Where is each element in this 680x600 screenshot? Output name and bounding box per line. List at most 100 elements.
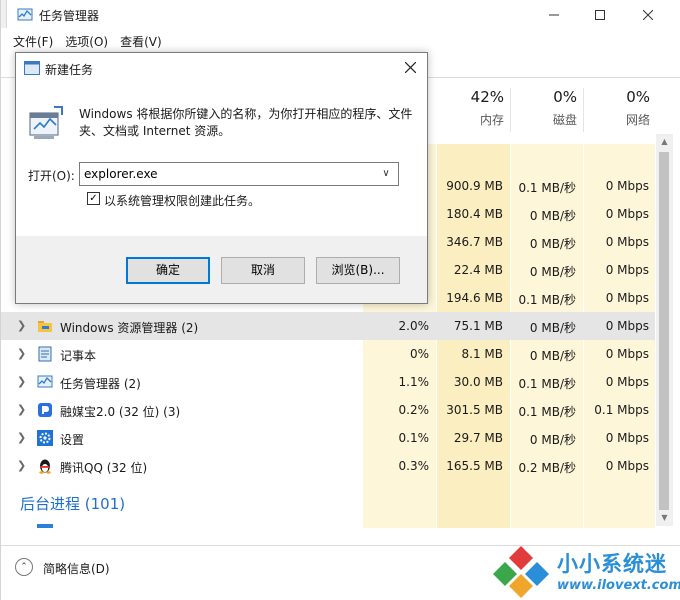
process-name: 记事本 (60, 349, 97, 363)
chevron-right-icon[interactable]: ❯ (17, 347, 27, 361)
disk-cell: 0.1 MB/秒 (518, 405, 576, 419)
process-name: 融媒宝2.0 (32 位) (3) (60, 405, 181, 419)
disk-cell: 0.1 MB/秒 (518, 293, 576, 307)
chevron-right-icon[interactable]: ❯ (17, 375, 27, 389)
memory-cell: 900.9 MB (446, 179, 503, 193)
memory-cell: 8.1 MB (461, 347, 503, 361)
memory-cell: 301.5 MB (446, 403, 503, 417)
maximize-button[interactable] (577, 0, 623, 30)
column-header-disk[interactable]: 0% 磁盘 (511, 88, 577, 134)
scroll-up-arrow-icon[interactable]: ▲ (660, 138, 669, 146)
collapse-up-icon[interactable]: ⌃ (15, 558, 33, 576)
disk-cell: 0 MB/秒 (529, 321, 576, 335)
table-row-qq[interactable]: ❯ 腾讯QQ (32 位) 0.3% 165.5 MB 0.2 MB/秒 0 M… (1, 452, 655, 480)
network-cell: 0 Mbps (605, 347, 649, 361)
column-header-network[interactable]: 0% 网络 (584, 88, 650, 134)
run-dialog-title-icon (24, 61, 40, 75)
disk-cell: 0 MB/秒 (529, 265, 576, 279)
table-row-settings[interactable]: ❯ 设置 0.1% 29.7 MB 0 MB/秒 0 Mbps (1, 424, 655, 452)
notepad-icon (38, 346, 52, 362)
watermark-url: www.ilovext.com (557, 578, 680, 593)
chevron-right-icon[interactable]: ❯ (17, 403, 27, 417)
process-name: 腾讯QQ (32 位) (60, 461, 148, 475)
disk-label: 磁盘 (552, 113, 577, 127)
open-command-value[interactable]: explorer.exe (84, 167, 158, 181)
scroll-down-arrow-icon[interactable]: ▼ (660, 514, 669, 522)
folder-icon (38, 321, 52, 332)
disk-cell: 0 MB/秒 (529, 209, 576, 223)
chevron-right-icon[interactable]: ❯ (17, 431, 27, 445)
admin-privileges-label[interactable]: 以系统管理权限创建此任务。 (104, 192, 260, 209)
cancel-button[interactable]: 取消 (221, 257, 305, 284)
chevron-down-icon[interactable]: ∨ (377, 166, 395, 182)
menu-view[interactable]: 查看(V) (120, 33, 162, 49)
settings-gear-icon (37, 430, 53, 446)
process-name: 设置 (60, 433, 85, 447)
close-icon (404, 61, 416, 74)
close-window-button[interactable] (625, 0, 671, 30)
network-cell: 0 Mbps (605, 375, 649, 389)
memory-cell: 22.4 MB (453, 263, 503, 277)
memory-cell: 194.6 MB (446, 291, 503, 305)
qq-penguin-icon (39, 459, 51, 474)
memory-cell: 29.7 MB (453, 431, 503, 445)
title-bar: 任务管理器 (1, 0, 680, 30)
network-cell: 0 Mbps (605, 179, 649, 193)
table-row-notepad[interactable]: ❯ 记事本 0% 8.1 MB 0 MB/秒 0 Mbps (1, 340, 655, 368)
column-header-memory[interactable]: 42% 内存 (431, 88, 504, 134)
cpu-cell: 0.3% (398, 459, 430, 473)
chevron-right-icon[interactable]: ❯ (17, 459, 27, 473)
dialog-button-bar: 确定 取消 浏览(B)... (16, 236, 427, 303)
window-title: 任务管理器 (39, 9, 100, 23)
menu-file[interactable]: 文件(F) (13, 33, 53, 49)
task-manager-app-icon (17, 8, 33, 21)
disk-cell: 0.2 MB/秒 (518, 461, 576, 475)
network-cell: 0 Mbps (605, 207, 649, 221)
run-program-icon (29, 106, 63, 139)
memory-cell: 180.4 MB (446, 207, 503, 221)
watermark-logo-icon (493, 546, 549, 598)
ok-button[interactable]: 确定 (126, 257, 210, 284)
browse-button[interactable]: 浏览(B)... (316, 257, 400, 284)
network-label: 网络 (625, 113, 650, 127)
disk-cell: 0 MB/秒 (529, 433, 576, 447)
vertical-scrollbar[interactable]: ▲ ▼ (656, 134, 673, 526)
table-row-explorer[interactable]: ❯ Windows 资源管理器 (2) 2.0% 75.1 MB 0 MB/秒 … (1, 312, 655, 340)
memory-cell: 30.0 MB (453, 375, 503, 389)
create-new-task-dialog: 新建任务 Windows 将根据你所键入的名称，为你打开相应的程序、文件夹、文档… (15, 52, 428, 304)
site-watermark: 小小系统迷 www.ilovext.com (491, 545, 680, 600)
network-cell: 0 Mbps (605, 291, 649, 305)
admin-privileges-checkbox[interactable]: ✓ (87, 192, 100, 205)
network-cell: 0 Mbps (605, 431, 649, 445)
network-cell: 0 Mbps (605, 235, 649, 249)
task-manager-icon (37, 375, 53, 388)
fewer-details-link[interactable]: 简略信息(D) (43, 560, 110, 577)
watermark-name: 小小系统迷 (557, 552, 667, 576)
disk-cell: 0.1 MB/秒 (518, 181, 576, 195)
minimize-button[interactable] (531, 0, 577, 30)
cpu-cell: 0.2% (398, 403, 430, 417)
cpu-cell: 0.1% (398, 431, 430, 445)
open-label: 打开(O): (28, 169, 75, 183)
minimize-icon (549, 14, 559, 16)
network-percent: 0% (626, 88, 650, 106)
chevron-right-icon[interactable]: ❯ (17, 319, 27, 333)
open-command-input[interactable]: explorer.exe ∨ (79, 162, 399, 186)
memory-label: 内存 (479, 113, 504, 127)
dialog-description: Windows 将根据你所键入的名称，为你打开相应的程序、文件夹、文档或 Int… (79, 107, 413, 138)
network-cell: 0 Mbps (605, 263, 649, 277)
disk-cell: 0 MB/秒 (529, 349, 576, 363)
maximize-icon (595, 10, 605, 20)
cpu-cell: 2.0% (398, 319, 430, 333)
menu-options[interactable]: 选项(O) (65, 33, 108, 49)
background-processes-header[interactable]: 后台进程 (101) (20, 493, 125, 514)
cpu-cell: 0% (409, 347, 429, 361)
scrollbar-thumb[interactable] (659, 152, 669, 510)
network-cell: 0.1 Mbps (594, 403, 649, 417)
dialog-close-button[interactable] (398, 57, 422, 79)
table-row-task-manager[interactable]: ❯ 任务管理器 (2) 1.1% 30.0 MB 0.1 MB/秒 0 Mbps (1, 368, 655, 396)
process-name: Windows 资源管理器 (2) (60, 321, 199, 335)
process-name: 任务管理器 (2) (60, 377, 141, 391)
disk-cell: 0.1 MB/秒 (518, 377, 576, 391)
table-row-rongmeibao[interactable]: ❯ 融媒宝2.0 (32 位) (3) 0.2% 301.5 MB 0.1 MB… (1, 396, 655, 424)
